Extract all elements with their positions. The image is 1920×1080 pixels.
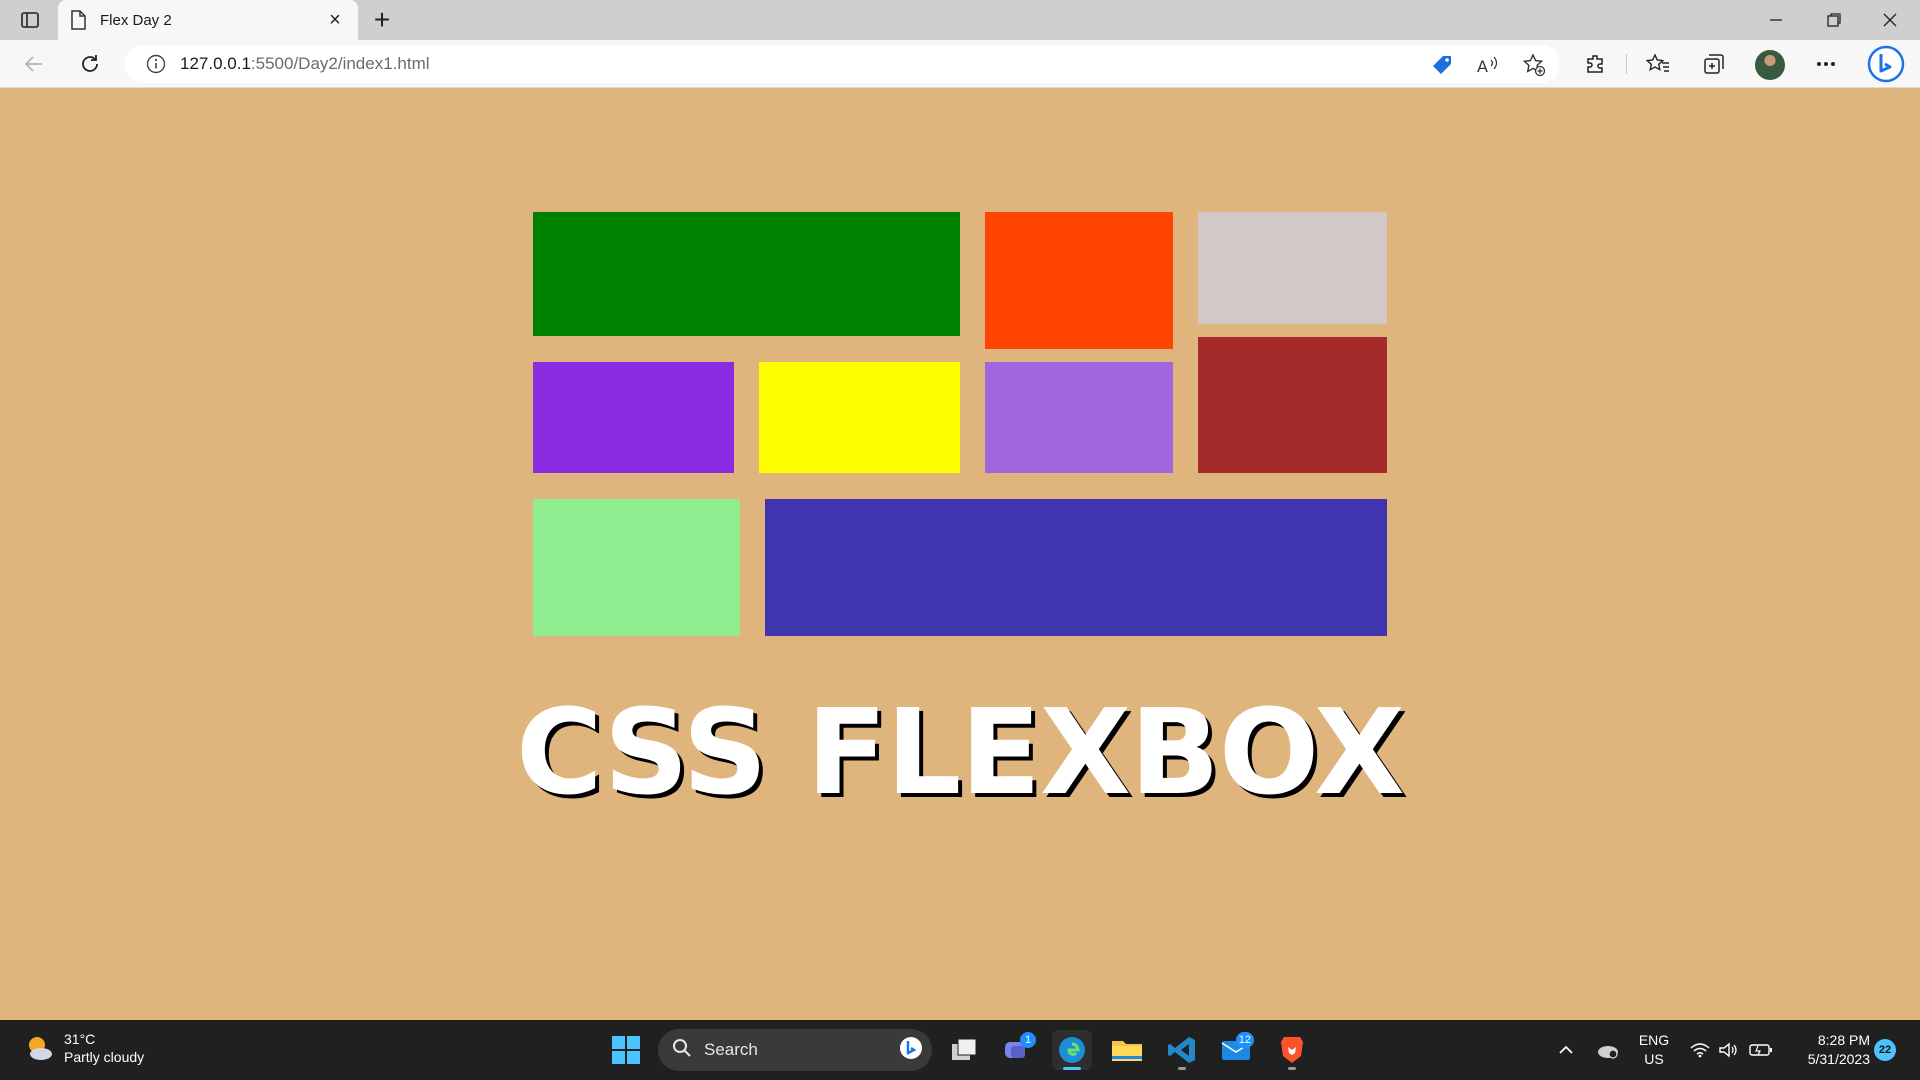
box-orangered (985, 212, 1173, 349)
notification-badge[interactable]: 22 (1874, 1039, 1896, 1061)
address-bar[interactable]: 127.0.0.1:5500/Day2/index1.html A (124, 45, 1560, 83)
favorites-icon[interactable] (1644, 50, 1672, 78)
bing-copilot-icon[interactable] (1866, 44, 1906, 84)
svg-text:A: A (1477, 57, 1488, 76)
show-hidden-icons-chevron-icon[interactable] (1554, 1020, 1578, 1080)
browser-toolbar: 127.0.0.1:5500/Day2/index1.html A (0, 40, 1920, 88)
clock-date: 5/31/2023 (1807, 1051, 1870, 1067)
weather-temp: 31°C (64, 1031, 96, 1047)
brave-icon[interactable] (1272, 1030, 1312, 1070)
battery-icon[interactable] (1748, 1020, 1774, 1080)
edge-icon[interactable] (1052, 1030, 1092, 1070)
toolbar-separator (1626, 54, 1627, 74)
weather-widget[interactable]: 31°C Partly cloudy (24, 1030, 144, 1066)
box-green (533, 212, 960, 336)
mail-icon[interactable]: 12 (1216, 1030, 1256, 1070)
box-brown (1198, 337, 1387, 473)
read-aloud-icon[interactable]: A (1476, 53, 1500, 77)
more-options-icon[interactable] (1812, 50, 1840, 78)
windows-start-icon[interactable] (606, 1030, 646, 1070)
tab-title: Flex Day 2 (100, 11, 172, 29)
file-explorer-icon[interactable] (1107, 1030, 1147, 1070)
url-text: 127.0.0.1:5500/Day2/index1.html (180, 54, 430, 73)
wifi-icon[interactable] (1688, 1020, 1712, 1080)
tab-strip: Flex Day 2 × + (0, 0, 1920, 40)
tab-active[interactable]: Flex Day 2 × (58, 0, 358, 40)
language-line2: US (1644, 1051, 1664, 1067)
collections-icon[interactable] (1700, 50, 1728, 78)
document-icon (70, 10, 86, 30)
taskbar-search[interactable]: Search (658, 1029, 932, 1071)
box-blueviolet (533, 362, 734, 473)
refresh-icon[interactable] (76, 50, 104, 78)
page-viewport: CSS FLEXBOX (0, 88, 1920, 1020)
restore-button[interactable] (1806, 0, 1862, 40)
new-tab-button[interactable]: + (368, 4, 396, 35)
search-icon (672, 1038, 692, 1063)
teams-chat-icon[interactable]: 1 (998, 1030, 1038, 1070)
task-view-icon[interactable] (944, 1030, 984, 1070)
language-indicator[interactable]: ENG US (1630, 1031, 1678, 1069)
page-heading: CSS FLEXBOX (516, 683, 1405, 821)
tab-actions-icon[interactable] (16, 8, 44, 32)
back-arrow-icon[interactable] (20, 50, 48, 78)
minimize-button[interactable] (1748, 0, 1804, 40)
box-indigo (765, 499, 1387, 636)
running-indicator (1178, 1067, 1186, 1070)
box-mediumpurple (985, 362, 1173, 473)
tab-close-icon[interactable]: × (324, 9, 346, 31)
partly-cloudy-icon (24, 1033, 54, 1063)
teams-badge: 1 (1020, 1032, 1036, 1048)
box-lightgreen (533, 499, 740, 636)
bing-search-icon[interactable] (898, 1035, 924, 1066)
system-clock[interactable]: 8:28 PM 5/31/2023 (1780, 1031, 1870, 1069)
clock-time: 8:28 PM (1817, 1032, 1870, 1048)
close-window-button[interactable] (1862, 0, 1918, 40)
site-info-icon[interactable] (146, 54, 166, 74)
language-line1: ENG (1638, 1032, 1670, 1048)
search-label: Search (704, 1040, 758, 1059)
windows-taskbar: 31°C Partly cloudy Search 1 12 ENG US 8:… (0, 1020, 1920, 1080)
running-indicator (1288, 1067, 1296, 1070)
shopping-tag-icon[interactable] (1430, 53, 1454, 77)
add-favorite-icon[interactable] (1522, 53, 1546, 77)
onedrive-cloud-icon[interactable] (1592, 1020, 1622, 1080)
vscode-icon[interactable] (1162, 1030, 1202, 1070)
running-indicator (1063, 1067, 1081, 1070)
volume-icon[interactable] (1716, 1020, 1740, 1080)
weather-condition: Partly cloudy (64, 1049, 145, 1065)
box-lightgray (1198, 212, 1387, 324)
extensions-icon[interactable] (1582, 50, 1610, 78)
profile-avatar[interactable] (1755, 50, 1785, 80)
mail-badge: 12 (1235, 1032, 1254, 1048)
box-yellow (759, 362, 960, 473)
